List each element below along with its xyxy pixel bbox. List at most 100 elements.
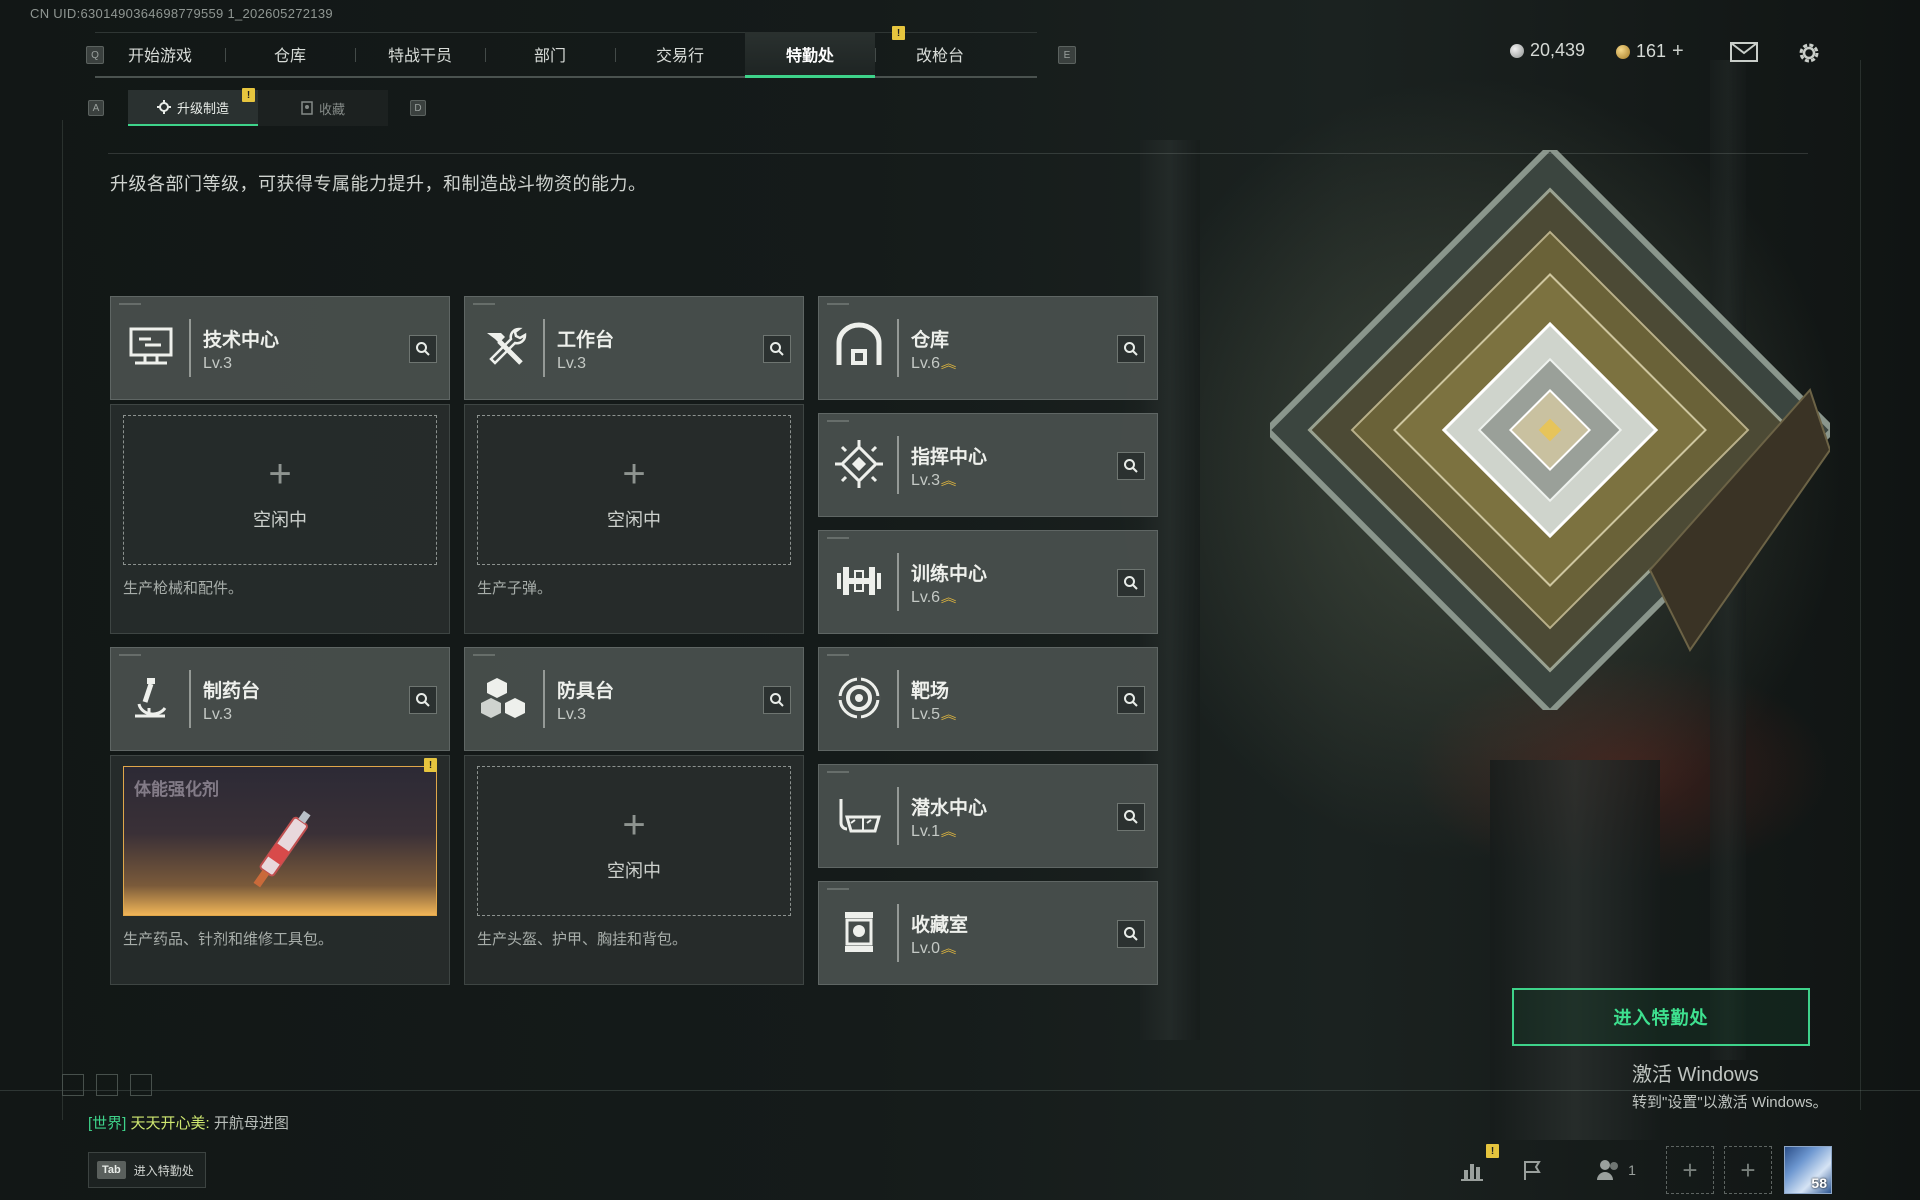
department-level: Lv.6 bbox=[911, 355, 941, 372]
station-name: 技术中心 bbox=[203, 330, 280, 351]
inspect-button[interactable] bbox=[1117, 452, 1145, 480]
empty-slot-button[interactable]: + bbox=[1666, 1146, 1714, 1194]
subtab-upgrade-craft[interactable]: 升级制造 bbox=[128, 90, 258, 126]
key-hint-a: A bbox=[88, 100, 104, 116]
inspect-button[interactable] bbox=[409, 686, 437, 714]
mail-icon[interactable] bbox=[1730, 42, 1758, 62]
cube-artwork bbox=[1262, 142, 1838, 718]
station-description: 生产药品、针剂和维修工具包。 bbox=[123, 931, 334, 948]
subtab-alert-badge: ! bbox=[242, 88, 255, 102]
tab-shortcut-hint[interactable]: Tab 进入特勤处 bbox=[88, 1152, 206, 1188]
tab-special-ops[interactable]: 特勤处 bbox=[745, 32, 875, 78]
friends-button[interactable]: 1 bbox=[1586, 1150, 1646, 1190]
chat-channel: [世界] bbox=[88, 1115, 127, 1132]
tab-trade[interactable]: 交易行 bbox=[615, 32, 745, 76]
inspect-button[interactable] bbox=[1117, 569, 1145, 597]
tab-warehouse[interactable]: 仓库 bbox=[225, 32, 355, 76]
search-icon bbox=[1124, 927, 1138, 941]
silver-amount: 20,439 bbox=[1530, 40, 1586, 60]
gear-icon[interactable] bbox=[1796, 40, 1822, 66]
station-level: Lv.3 bbox=[557, 355, 587, 372]
department-card-training-center[interactable]: 训练中心 Lv.6 ︽ bbox=[818, 530, 1158, 634]
inspect-button[interactable] bbox=[1117, 686, 1145, 714]
key-hint-d: D bbox=[410, 100, 426, 116]
friends-count: 1 bbox=[1628, 1162, 1636, 1178]
tab-start-game[interactable]: 开始游戏 bbox=[95, 32, 225, 76]
crafting-item-name: 体能强化剂 bbox=[134, 780, 219, 799]
search-icon bbox=[770, 342, 784, 356]
silver-currency: 20,439 bbox=[1510, 40, 1585, 61]
inspect-button[interactable] bbox=[409, 335, 437, 363]
department-level-row: Lv.5 ︽ bbox=[911, 706, 957, 724]
syringe-icon bbox=[253, 810, 311, 888]
inspect-button[interactable] bbox=[1117, 335, 1145, 363]
search-icon bbox=[1124, 576, 1138, 590]
department-name: 收藏室 bbox=[911, 915, 969, 936]
idle-status: 空闲中 bbox=[607, 861, 661, 881]
department-level: Lv.1 bbox=[911, 823, 941, 840]
department-level-row: Lv.0 ︽ bbox=[911, 940, 956, 958]
monitor-icon bbox=[129, 327, 173, 365]
empty-slot-button[interactable]: + bbox=[1724, 1146, 1772, 1194]
department-card-collection-room[interactable]: 收藏室 Lv.0 ︽ bbox=[818, 881, 1158, 985]
gold-currency[interactable]: 161 + bbox=[1616, 40, 1684, 63]
inspect-button[interactable] bbox=[1117, 920, 1145, 948]
upgrade-arrow-icon: ︽ bbox=[940, 590, 957, 605]
friends-icon bbox=[1597, 1160, 1619, 1180]
command-chip-icon bbox=[835, 440, 883, 488]
tab-alert-badge: ! bbox=[892, 26, 905, 40]
department-card-command-center[interactable]: 指挥中心 Lv.3 ︽ bbox=[818, 413, 1158, 517]
silver-coin-icon bbox=[1510, 43, 1524, 58]
subtab-collection[interactable]: 收藏 bbox=[258, 90, 388, 126]
station-description: 生产头盔、护甲、胸挂和背包。 bbox=[477, 931, 688, 948]
department-level: Lv.3 bbox=[911, 472, 941, 489]
idle-slot-button[interactable]: + 空闲中 bbox=[123, 415, 437, 565]
header-divider bbox=[108, 153, 1808, 154]
station-card-tech-center[interactable]: 技术中心 Lv.3 bbox=[110, 296, 450, 400]
station-card-pharmacy[interactable]: 制药台 Lv.3 bbox=[110, 647, 450, 751]
department-card-diving-center[interactable]: 潜水中心 Lv.1 ︽ bbox=[818, 764, 1158, 868]
crafting-item-slot[interactable]: 体能强化剂 bbox=[123, 766, 437, 916]
upgrade-arrow-icon: ︽ bbox=[940, 707, 957, 722]
inspect-button[interactable] bbox=[763, 335, 791, 363]
collection-icon bbox=[301, 101, 313, 115]
sub-nav: 升级制造 收藏 bbox=[128, 90, 388, 126]
station-description: 生产子弹。 bbox=[477, 580, 553, 597]
tab-hint-label: 进入特勤处 bbox=[133, 1163, 194, 1178]
department-level-row: Lv.6 ︽ bbox=[911, 355, 957, 373]
idle-slot-button[interactable]: + 空闲中 bbox=[477, 415, 791, 565]
department-name: 靶场 bbox=[911, 681, 950, 702]
add-currency-button[interactable]: + bbox=[1672, 40, 1684, 63]
station-card-armor[interactable]: 防具台 Lv.3 bbox=[464, 647, 804, 751]
enter-special-ops-button[interactable]: 进入特勤处 bbox=[1512, 988, 1810, 1046]
flag-button[interactable] bbox=[1512, 1150, 1552, 1190]
department-level: Lv.6 bbox=[911, 589, 941, 606]
inspect-button[interactable] bbox=[1117, 803, 1145, 831]
tab-department[interactable]: 部门 bbox=[485, 32, 615, 76]
search-icon bbox=[1124, 459, 1138, 473]
warehouse-icon bbox=[836, 322, 882, 365]
chat-line[interactable]: [世界] 天天开心美: 开航母进图 bbox=[88, 1112, 289, 1133]
department-level: Lv.0 bbox=[911, 940, 941, 957]
department-card-warehouse[interactable]: 仓库 Lv.6 ︽ bbox=[818, 296, 1158, 400]
page-description: 升级各部门等级，可获得专属能力提升，和制造战斗物资的能力。 bbox=[110, 174, 647, 194]
upgrade-arrow-icon: ︽ bbox=[940, 824, 957, 839]
search-icon bbox=[770, 693, 784, 707]
search-icon bbox=[1124, 810, 1138, 824]
gold-amount: 161 bbox=[1636, 41, 1667, 61]
avatar[interactable]: 58 bbox=[1784, 1146, 1832, 1194]
windows-activation-title: 激活 Windows bbox=[1632, 1064, 1759, 1086]
decor-square bbox=[130, 1074, 152, 1096]
station-card-workbench[interactable]: 工作台 Lv.3 bbox=[464, 296, 804, 400]
crafting-alert-badge: ! bbox=[424, 758, 437, 772]
idle-status: 空闲中 bbox=[253, 510, 307, 530]
idle-slot-button[interactable]: + 空闲中 bbox=[477, 766, 791, 916]
production-slot-armor: + 空闲中 生产头盔、护甲、胸挂和背包。 bbox=[464, 755, 804, 985]
department-card-shooting-range[interactable]: 靶场 Lv.5 ︽ bbox=[818, 647, 1158, 751]
decor-square bbox=[96, 1074, 118, 1096]
diving-mask-icon bbox=[839, 799, 881, 833]
tab-operators[interactable]: 特战干员 bbox=[355, 32, 485, 76]
inspect-button[interactable] bbox=[763, 686, 791, 714]
upgrade-arrow-icon: ︽ bbox=[940, 356, 957, 371]
idle-status: 空闲中 bbox=[607, 510, 661, 530]
